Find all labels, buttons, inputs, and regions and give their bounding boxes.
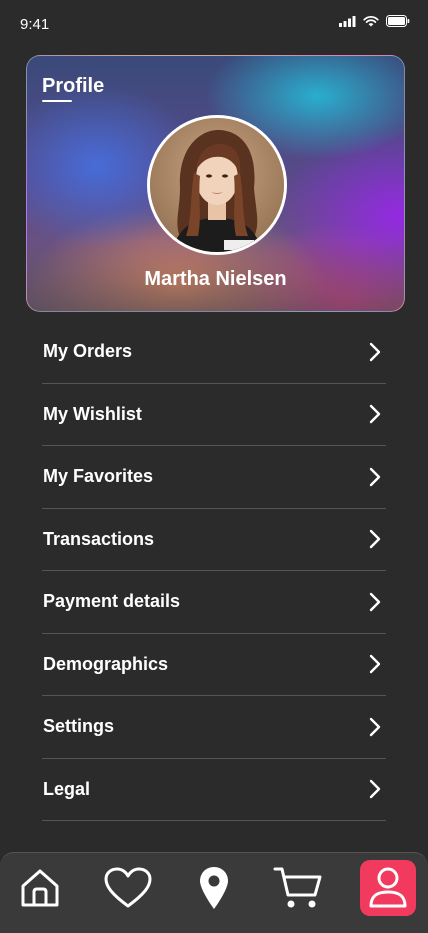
avatar-photo <box>150 118 284 252</box>
chevron-right-icon <box>369 655 381 674</box>
avatar[interactable] <box>147 115 287 255</box>
menu-item-label: Demographics <box>43 653 169 674</box>
chevron-right-icon <box>369 780 381 799</box>
status-icons <box>339 15 410 27</box>
wifi-icon <box>363 15 379 26</box>
menu-item-my-favorites[interactable]: My Favorites <box>42 446 386 509</box>
menu-item-transactions[interactable]: Transactions <box>42 509 386 571</box>
cart-icon <box>273 867 322 908</box>
battery-icon <box>386 15 410 27</box>
chevron-right-icon <box>369 405 381 424</box>
menu-item-label: My Wishlist <box>43 403 142 424</box>
user-icon <box>369 867 407 908</box>
profile-menu: My Orders My Wishlist My Favorites Trans… <box>42 321 386 821</box>
tab-favorites[interactable] <box>100 860 156 916</box>
profile-card: Profile Martha Nielsen <box>26 55 405 312</box>
heart-icon <box>104 867 152 908</box>
home-icon <box>21 869 59 907</box>
chevron-right-icon <box>369 342 381 361</box>
menu-item-legal[interactable]: Legal <box>42 759 386 821</box>
tab-cart[interactable] <box>270 860 326 916</box>
menu-item-label: Legal <box>43 778 91 799</box>
status-bar: 9:41 <box>0 0 428 46</box>
profile-name: Martha Nielsen <box>144 268 287 290</box>
menu-item-settings[interactable]: Settings <box>42 696 386 759</box>
profile-title-underline <box>42 100 72 102</box>
menu-item-label: My Favorites <box>43 466 154 487</box>
tab-location[interactable] <box>186 860 242 916</box>
location-icon <box>200 867 228 909</box>
tab-home[interactable] <box>12 860 68 916</box>
chevron-right-icon <box>369 717 381 736</box>
signal-icon <box>339 15 356 27</box>
menu-item-label: Payment details <box>43 591 181 612</box>
menu-item-label: My Orders <box>43 341 133 362</box>
tab-profile[interactable] <box>360 860 416 916</box>
menu-item-label: Settings <box>43 716 115 737</box>
menu-item-label: Transactions <box>43 528 155 549</box>
menu-item-demographics[interactable]: Demographics <box>42 634 386 696</box>
menu-item-my-orders[interactable]: My Orders <box>42 321 386 384</box>
chevron-right-icon <box>369 592 381 611</box>
chevron-right-icon <box>369 530 381 549</box>
status-time: 9:41 <box>20 16 50 33</box>
menu-item-my-wishlist[interactable]: My Wishlist <box>42 384 386 446</box>
bottom-tab-bar <box>0 852 428 933</box>
menu-item-payment-details[interactable]: Payment details <box>42 571 386 634</box>
chevron-right-icon <box>369 467 381 486</box>
profile-title: Profile <box>42 75 105 97</box>
